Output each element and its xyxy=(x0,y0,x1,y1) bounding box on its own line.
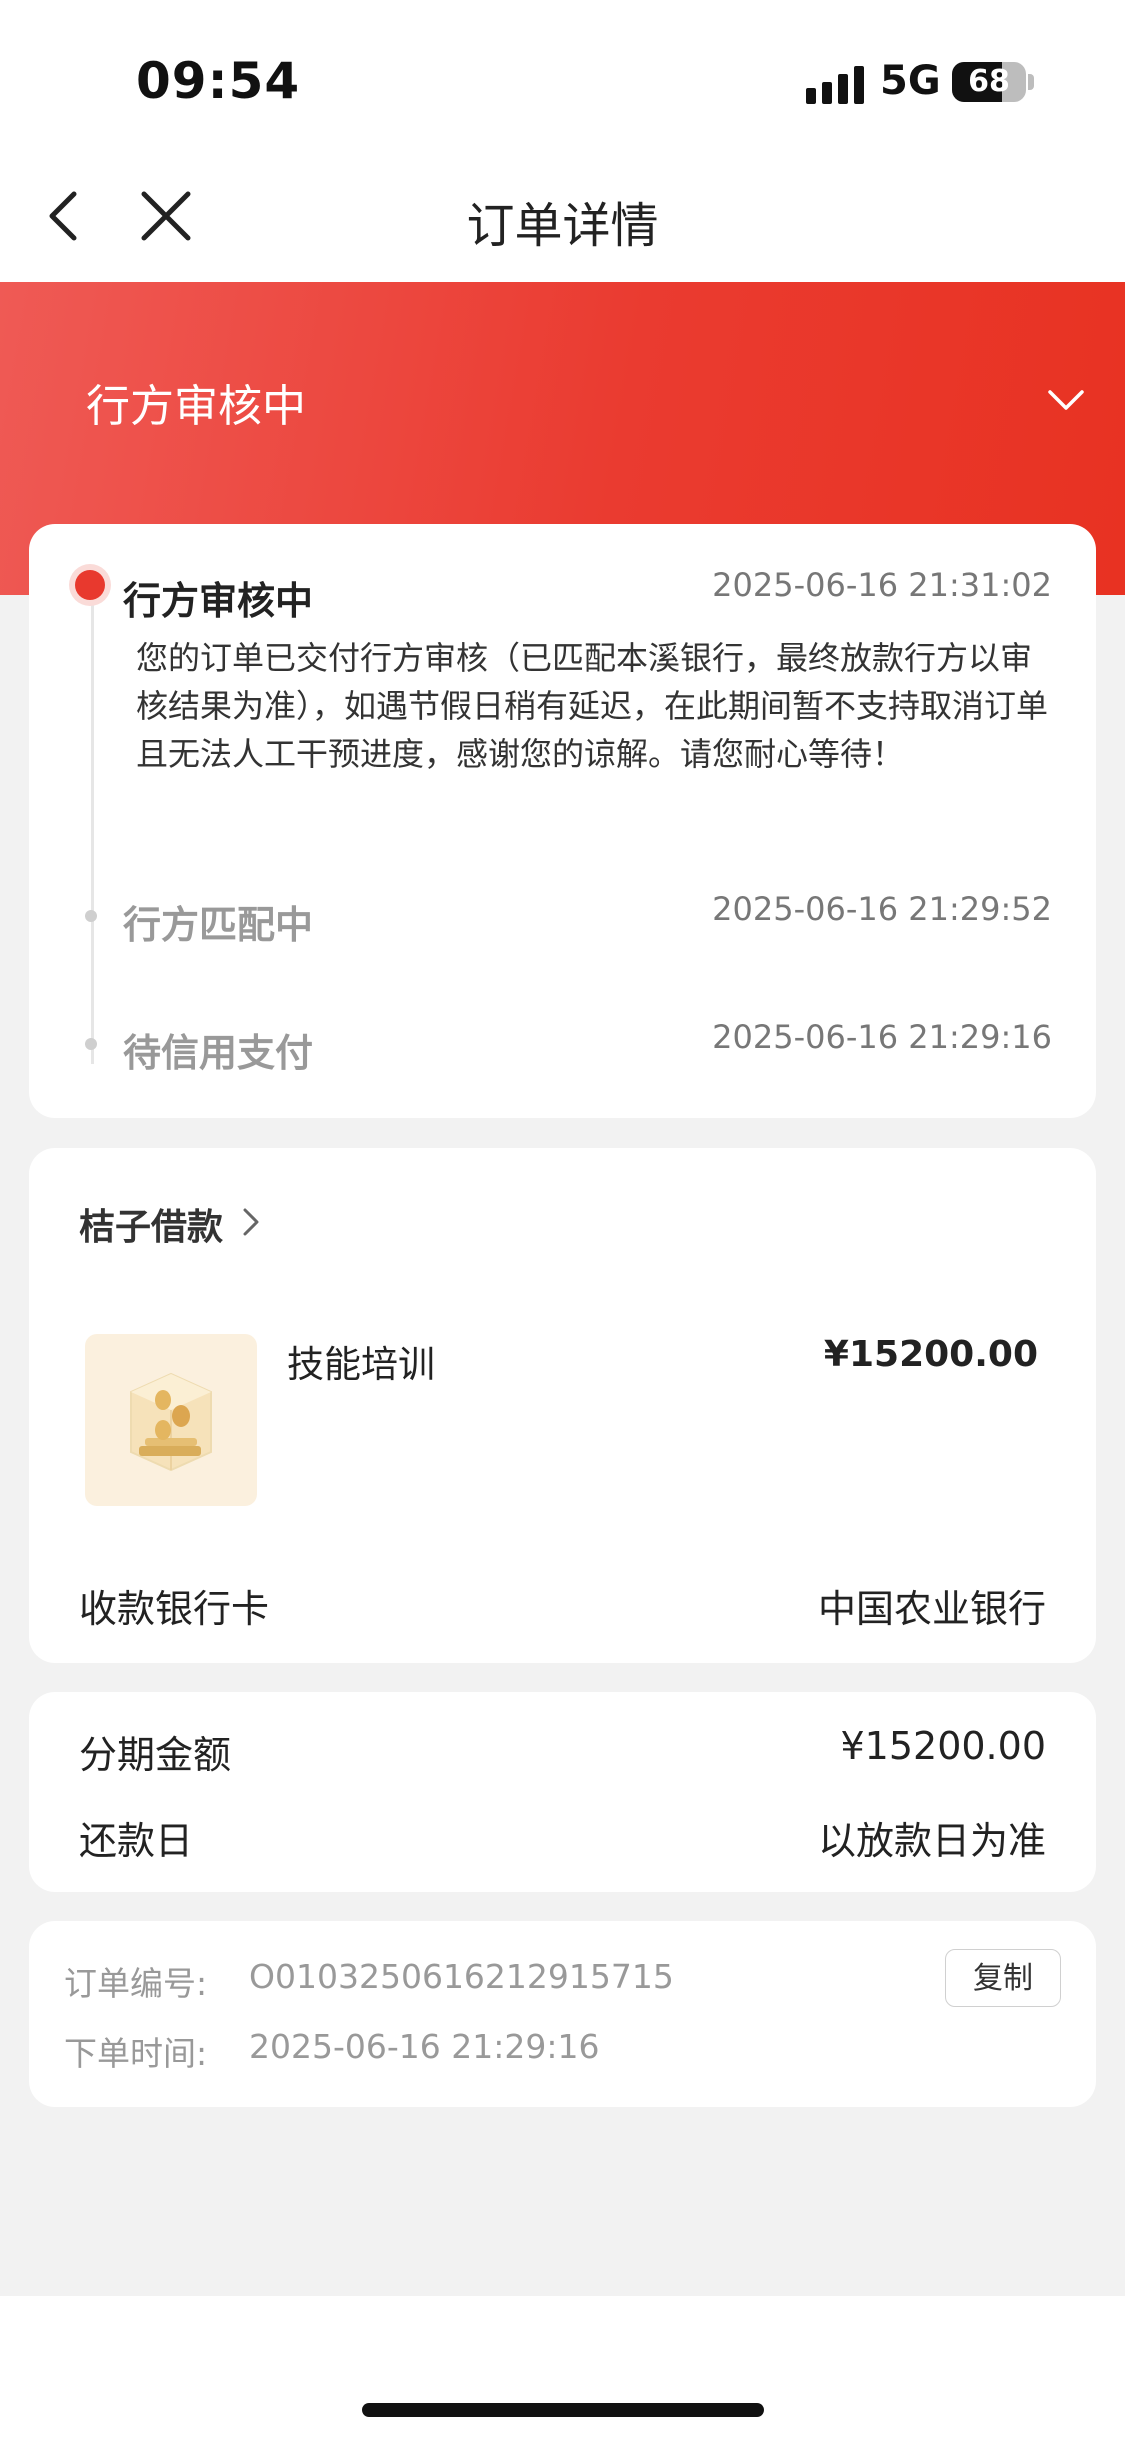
close-button[interactable] xyxy=(136,186,196,246)
battery-icon: 68 xyxy=(952,62,1026,102)
timeline-dot xyxy=(85,910,97,922)
product-price: ¥15200.00 xyxy=(823,1334,1038,1375)
order-time-value: 2025-06-16 21:29:16 xyxy=(249,2027,600,2066)
banner-status: 行方审核中 xyxy=(86,381,306,432)
timeline-step-time: 2025-06-16 21:29:16 xyxy=(712,1018,1052,1056)
installment-amount-value: ¥15200.00 xyxy=(840,1724,1047,1768)
order-number-label: 订单编号: xyxy=(64,1964,208,2003)
order-time-label: 下单时间: xyxy=(64,2034,208,2073)
repayment-day-value: 以放款日为准 xyxy=(817,1819,1046,1863)
timeline-step-title: 待信用支付 xyxy=(123,1031,314,1075)
nav-bar: 订单详情 xyxy=(0,150,1125,282)
timeline-step-title: 行方匹配中 xyxy=(123,903,314,947)
merchant-name[interactable]: 桔子借款 xyxy=(79,1198,223,1250)
chevron-left-icon xyxy=(49,191,77,241)
timeline-step-title: 行方审核中 xyxy=(123,579,314,623)
repayment-day-label: 还款日 xyxy=(79,1819,194,1863)
product-name: 技能培训 xyxy=(287,1343,435,1386)
status-time: 09:54 xyxy=(136,52,301,110)
home-indicator[interactable] xyxy=(362,2403,764,2417)
status-bar: 09:54 5G 68 xyxy=(0,0,1125,150)
battery-cap xyxy=(1028,74,1034,90)
bottom-safe-area xyxy=(0,2296,1125,2439)
bank-card-value: 中国农业银行 xyxy=(817,1587,1046,1631)
chevron-down-icon xyxy=(1048,390,1084,410)
chevron-right-icon xyxy=(243,1208,259,1236)
timeline-step-desc: 您的订单已交付行方审核（已匹配本溪银行，最终放款行方以审核结果为准），如遇节假日… xyxy=(136,639,1049,773)
timeline-line xyxy=(91,584,94,1064)
network-type: 5G xyxy=(880,58,941,104)
timeline-step-time: 2025-06-16 21:29:52 xyxy=(712,890,1052,928)
close-icon xyxy=(141,191,191,241)
installment-card: 分期金额 ¥15200.00 还款日 以放款日为准 xyxy=(29,1692,1096,1892)
cellular-signal-icon xyxy=(806,64,864,104)
product-thumbnail xyxy=(85,1334,257,1506)
banner-toggle[interactable] xyxy=(1044,378,1088,422)
order-info-card: 订单编号: O0103250616212915715 复制 下单时间: 2025… xyxy=(29,1921,1096,2107)
order-number-value: O0103250616212915715 xyxy=(249,1957,674,1996)
merchant-link[interactable] xyxy=(237,1206,265,1238)
installment-amount-label: 分期金额 xyxy=(79,1733,232,1777)
product-card: 桔子借款 技能培训 ¥15200.00 收款银行卡 中国农业银行 xyxy=(29,1148,1096,1663)
timeline-card: 行方审核中 2025-06-16 21:31:02 您的订单已交付行方审核（已匹… xyxy=(29,524,1096,1118)
copy-button[interactable]: 复制 xyxy=(945,1949,1061,2007)
bank-card-label: 收款银行卡 xyxy=(79,1587,270,1631)
timeline-dot-active xyxy=(75,570,105,600)
timeline-step-time: 2025-06-16 21:31:02 xyxy=(712,566,1052,604)
battery-percent: 68 xyxy=(968,64,1010,99)
coin-box-icon xyxy=(130,1372,212,1472)
timeline-dot xyxy=(85,1038,97,1050)
back-button[interactable] xyxy=(36,186,96,246)
